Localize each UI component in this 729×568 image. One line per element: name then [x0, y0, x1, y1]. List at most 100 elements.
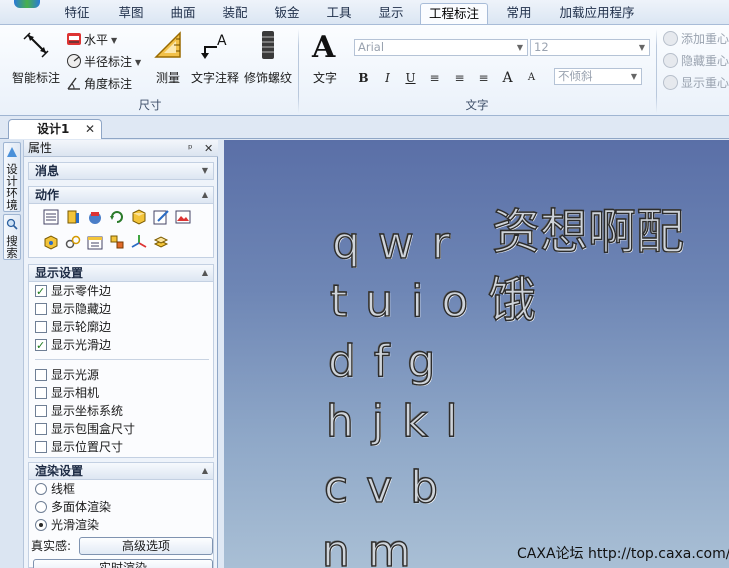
- part-icon[interactable]: [65, 209, 81, 225]
- refresh-icon[interactable]: [109, 209, 125, 225]
- checkbox-box[interactable]: [35, 387, 47, 399]
- measure-button[interactable]: 测量: [150, 29, 186, 91]
- tab-design-environment[interactable]: 设计环境: [3, 142, 21, 212]
- assembly-icon[interactable]: [109, 234, 125, 250]
- 3d-text-row-4: h j k l: [325, 395, 460, 447]
- action-section-body: [28, 204, 214, 258]
- checkbox-box[interactable]: [35, 405, 47, 417]
- text-annotation-button[interactable]: A 文字注释: [190, 29, 240, 91]
- advanced-options-button[interactable]: 高级选项: [79, 537, 213, 555]
- render-icon[interactable]: [87, 209, 103, 225]
- show-centroid-icon: [663, 75, 678, 90]
- horizontal-dimension-icon: [67, 33, 81, 45]
- chevron-down-icon: ▼: [638, 43, 646, 52]
- checkbox-show-hidden-edges[interactable]: 显示隐藏边: [35, 300, 111, 318]
- text-button[interactable]: A 文字: [306, 29, 344, 91]
- render-settings-header[interactable]: 渲染设置 ▲: [28, 462, 214, 480]
- radio-polyhedral[interactable]: 多面体渲染: [35, 498, 111, 516]
- align-left-button[interactable]: ≡: [425, 69, 444, 87]
- tab-sketch[interactable]: 草图: [110, 3, 152, 24]
- tab-common[interactable]: 常用: [498, 3, 540, 24]
- search-icon: [6, 218, 18, 230]
- calendar-icon[interactable]: [87, 234, 103, 250]
- checkbox-box[interactable]: [35, 369, 47, 381]
- tab-display[interactable]: 显示: [370, 3, 412, 24]
- show-centroid-button[interactable]: 显示重心: [663, 73, 729, 93]
- smart-dimension-icon: [23, 32, 49, 58]
- tab-feature[interactable]: 特征: [56, 3, 98, 24]
- tab-engineering-annotation[interactable]: 工程标注: [420, 3, 488, 24]
- realtime-render-button[interactable]: 实时渲染: [33, 559, 213, 568]
- font-size-select[interactable]: 12 ▼: [530, 39, 650, 56]
- checkbox-box[interactable]: [35, 337, 47, 355]
- axes-icon[interactable]: [131, 234, 147, 250]
- 3d-viewport[interactable]: q w r t u i o d f g h j k l c v b n m 资想…: [224, 140, 729, 568]
- radio-dot[interactable]: [35, 519, 47, 531]
- list-icon[interactable]: [43, 209, 59, 225]
- message-section-title: 消息: [35, 164, 60, 178]
- checkbox-show-bounding-box[interactable]: 显示包围盒尺寸: [35, 420, 135, 438]
- angle-dimension-button[interactable]: 角度标注: [66, 75, 132, 93]
- checkbox-box[interactable]: [35, 283, 47, 301]
- radio-smooth[interactable]: 光滑渲染: [35, 516, 99, 534]
- tab-surface[interactable]: 曲面: [162, 3, 204, 24]
- slant-select[interactable]: 不倾斜 ▼: [554, 68, 642, 85]
- radio-dot[interactable]: [35, 501, 47, 513]
- cosmetic-thread-icon: [262, 31, 274, 59]
- 3d-text-row-5: c v b: [323, 461, 441, 513]
- message-section-header[interactable]: 消息 ▼: [28, 162, 214, 180]
- document-tab[interactable]: 设计1 ✕: [8, 119, 102, 139]
- hide-centroid-button[interactable]: 隐藏重心: [663, 51, 729, 71]
- tab-addins[interactable]: 加载应用程序: [552, 3, 642, 24]
- pin-icon[interactable]: ᵖ: [188, 140, 193, 157]
- smart-dimension-button[interactable]: 智能标注: [8, 29, 64, 91]
- close-icon[interactable]: ✕: [85, 120, 95, 139]
- radio-wireframe[interactable]: 线框: [35, 480, 75, 498]
- chain-icon[interactable]: [65, 234, 81, 250]
- image-icon[interactable]: [175, 209, 191, 225]
- italic-button[interactable]: I: [378, 69, 397, 87]
- font-family-select[interactable]: Arial ▼: [354, 39, 528, 56]
- checkbox-box[interactable]: [35, 423, 47, 435]
- close-icon[interactable]: ✕: [204, 140, 213, 157]
- tab-tools[interactable]: 工具: [318, 3, 360, 24]
- edit-icon[interactable]: [153, 209, 169, 225]
- group-divider: [656, 29, 657, 113]
- tab-assembly[interactable]: 装配: [214, 3, 256, 24]
- checkbox-show-position-dims[interactable]: 显示位置尺寸: [35, 438, 123, 456]
- checkbox-show-smooth-edges[interactable]: 显示光滑边: [35, 336, 111, 355]
- checkbox-show-coordinate-system[interactable]: 显示坐标系统: [35, 402, 123, 420]
- checkbox-show-camera[interactable]: 显示相机: [35, 384, 99, 402]
- horizontal-dimension-button[interactable]: 水平 ▼: [66, 31, 117, 49]
- hide-centroid-label: 隐藏重心: [681, 54, 729, 68]
- app-logo-icon[interactable]: [14, 0, 40, 8]
- bold-button[interactable]: B: [354, 69, 373, 87]
- tab-search[interactable]: 搜索: [3, 214, 21, 260]
- checkbox-show-silhouette-edges[interactable]: 显示轮廓边: [35, 318, 111, 336]
- action-section-header[interactable]: 动作 ▲: [28, 186, 214, 204]
- align-right-button[interactable]: ≡: [474, 69, 493, 87]
- tab-sheetmetal[interactable]: 钣金: [266, 3, 308, 24]
- radius-dimension-button[interactable]: 半径标注 ▼: [66, 53, 141, 71]
- checkbox-box[interactable]: [35, 303, 47, 315]
- radio-dot[interactable]: [35, 483, 47, 495]
- cosmetic-thread-button[interactable]: 修饰螺纹: [244, 29, 292, 91]
- measure-ruler-icon: [154, 31, 181, 58]
- grow-font-button[interactable]: A: [498, 69, 517, 87]
- checkbox-show-light[interactable]: 显示光源: [35, 366, 99, 384]
- radius-dimension-label: 半径标注: [84, 55, 133, 69]
- text-a-icon: A: [311, 30, 336, 61]
- stack-icon[interactable]: [153, 234, 169, 250]
- add-centroid-button[interactable]: 添加重心: [663, 29, 729, 49]
- chevron-down-icon: ▼: [201, 166, 208, 175]
- checkbox-show-part-edges[interactable]: 显示零件边: [35, 282, 111, 301]
- box-icon[interactable]: [43, 234, 59, 250]
- display-settings-header[interactable]: 显示设置 ▲: [28, 264, 214, 282]
- align-center-button[interactable]: ≡: [450, 69, 469, 87]
- checkbox-box[interactable]: [35, 321, 47, 333]
- shrink-font-button[interactable]: A: [522, 69, 541, 87]
- checkbox-label: 显示坐标系统: [51, 404, 124, 418]
- checkbox-box[interactable]: [35, 441, 47, 453]
- underline-button[interactable]: U: [401, 69, 420, 87]
- cube-icon[interactable]: [131, 209, 147, 225]
